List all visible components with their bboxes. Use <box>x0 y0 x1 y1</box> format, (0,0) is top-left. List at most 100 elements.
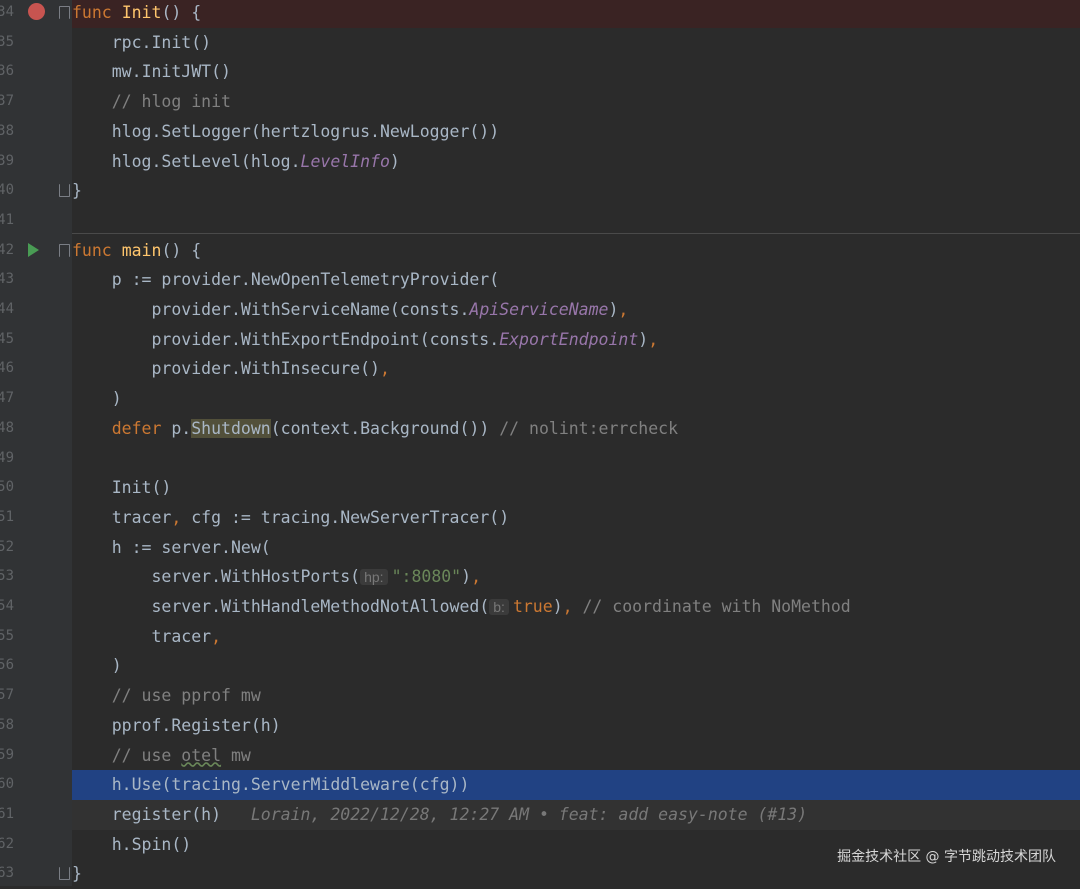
code-line-47[interactable]: ) <box>72 384 1080 414</box>
line-number: 50 <box>0 479 14 496</box>
code-text: } <box>72 864 82 884</box>
fold-close-icon[interactable] <box>59 867 70 881</box>
code-text: ()) <box>459 418 490 438</box>
line-number: 58 <box>0 716 14 733</box>
git-blame-annotation: Lorain, 2022/12/28, 12:27 AM • feat: add… <box>250 804 808 824</box>
function-name: Init <box>121 3 162 22</box>
line-number: 57 <box>0 687 14 704</box>
code-text: h := server. <box>111 537 231 557</box>
comment: mw <box>221 745 251 765</box>
code-text: (context. <box>270 418 361 438</box>
function-call: WithExportEndpoint <box>240 329 420 349</box>
punctuation: , <box>211 626 222 646</box>
line-number: 41 <box>0 211 14 228</box>
punctuation: , <box>648 329 659 349</box>
code-text: provider. <box>151 300 241 319</box>
code-line-36[interactable]: mw.InitJWT() <box>72 57 1080 87</box>
function-call: WithServiceName <box>240 300 390 319</box>
code-line-39[interactable]: hlog.SetLevel(hlog.LevelInfo) <box>72 147 1080 177</box>
code-line-35[interactable]: rpc.Init() <box>72 28 1080 58</box>
function-call-highlighted: Shutdown <box>191 418 271 438</box>
code-text: p. <box>161 418 192 438</box>
parameter-hint: hp: <box>360 569 388 586</box>
line-number: 46 <box>0 360 14 377</box>
function-call: WithHostPorts <box>221 567 351 587</box>
code-text: ) <box>638 329 649 349</box>
line-number: 47 <box>0 390 14 407</box>
code-line-59[interactable]: // use otel mw <box>72 741 1080 771</box>
function-call: Register <box>171 715 251 735</box>
code-text: (h) <box>191 804 222 824</box>
code-text: ()) <box>469 121 500 141</box>
code-text: p := provider. <box>111 270 251 290</box>
comment: // coordinate with NoMethod <box>572 597 851 616</box>
code-line-43[interactable]: p := provider.NewOpenTelemetryProvider( <box>72 265 1080 295</box>
code-text: pprof. <box>111 715 172 735</box>
function-call: Init <box>111 478 152 498</box>
code-line-56[interactable]: ) <box>72 651 1080 681</box>
code-text: () <box>191 32 212 52</box>
code-text: (tracing. <box>161 775 251 795</box>
code-line-54[interactable]: server.WithHandleMethodNotAllowed(b: true… <box>72 592 1080 622</box>
code-text: ) <box>552 597 563 616</box>
code-line-58[interactable]: pprof.Register(h) <box>72 711 1080 741</box>
line-number: 45 <box>0 330 14 347</box>
code-text: hlog. <box>111 151 162 171</box>
line-number: 60 <box>0 776 14 793</box>
fold-open-icon[interactable] <box>59 243 70 257</box>
code-line-57[interactable]: // use pprof mw <box>72 681 1080 711</box>
string-literal: ":8080" <box>391 567 462 587</box>
code-line-55[interactable]: tracer, <box>72 622 1080 652</box>
code-text: server. <box>151 597 222 616</box>
code-text: ( <box>350 567 361 587</box>
code-line-51[interactable]: tracer, cfg := tracing.NewServerTracer() <box>72 503 1080 533</box>
code-editor[interactable]: func Init() { rpc.Init() mw.InitJWT() //… <box>72 0 1080 886</box>
line-number: 35 <box>0 33 14 50</box>
code-line-52[interactable]: h := server.New( <box>72 533 1080 563</box>
line-number: 40 <box>0 182 14 199</box>
line-number: 63 <box>0 865 14 882</box>
code-line-45[interactable]: provider.WithExportEndpoint(consts.Expor… <box>72 325 1080 355</box>
punctuation: , <box>618 300 629 319</box>
function-call: ServerMiddleware <box>250 775 410 795</box>
code-text: ) <box>608 300 619 319</box>
code-line-44[interactable]: provider.WithServiceName(consts.ApiServi… <box>72 295 1080 325</box>
code-text: (h) <box>250 715 281 735</box>
comment-typo: otel <box>181 745 222 765</box>
code-line-48[interactable]: defer p.Shutdown(context.Background()) /… <box>72 414 1080 444</box>
fold-close-icon[interactable] <box>59 184 70 198</box>
line-number: 54 <box>0 598 14 614</box>
fold-open-icon[interactable] <box>59 6 70 19</box>
code-text: ) <box>389 151 400 171</box>
run-icon[interactable] <box>28 242 39 257</box>
code-line-38[interactable]: hlog.SetLogger(hertzlogrus.NewLogger()) <box>72 117 1080 147</box>
line-number: 61 <box>0 805 14 822</box>
code-line-61[interactable]: register(h) Lorain, 2022/12/28, 12:27 AM… <box>72 799 1080 830</box>
code-text: cfg := tracing. <box>181 507 341 527</box>
code-line-50[interactable]: Init() <box>72 473 1080 503</box>
code-line-53[interactable]: server.WithHostPorts(hp: ":8080"), <box>72 562 1080 592</box>
gutter-row-34[interactable]: 34 <box>0 0 72 28</box>
code-line-46[interactable]: provider.WithInsecure(), <box>72 354 1080 384</box>
function-call: NewLogger <box>379 121 470 141</box>
code-line-37[interactable]: // hlog init <box>72 87 1080 117</box>
code-line-42[interactable]: func main() { <box>72 236 1080 266</box>
keyword: func <box>72 240 112 260</box>
code-text: () <box>360 359 380 379</box>
punctuation: , <box>471 567 481 587</box>
breakpoint-icon[interactable] <box>28 3 45 20</box>
code-text: mw. <box>111 62 142 82</box>
code-line-34[interactable]: func Init() { <box>72 0 1080 28</box>
code-text: ( <box>489 270 500 290</box>
constant: ApiServiceName <box>469 300 609 319</box>
constant: ExportEndpoint <box>499 329 639 349</box>
line-number: 59 <box>0 746 14 763</box>
code-line-60[interactable]: h.Use(tracing.ServerMiddleware(cfg)) <box>72 770 1080 800</box>
comment: // use pprof mw <box>111 686 261 706</box>
code-text: tracer <box>151 626 212 646</box>
code-line-40[interactable]: } <box>72 176 1080 206</box>
editor-gutter: 34 35 36 37 38 39 40 41 42 43 44 45 46 4… <box>0 0 72 886</box>
punctuation: , <box>379 359 390 379</box>
line-number: 53 <box>0 568 14 585</box>
line-number: 34 <box>0 4 14 20</box>
